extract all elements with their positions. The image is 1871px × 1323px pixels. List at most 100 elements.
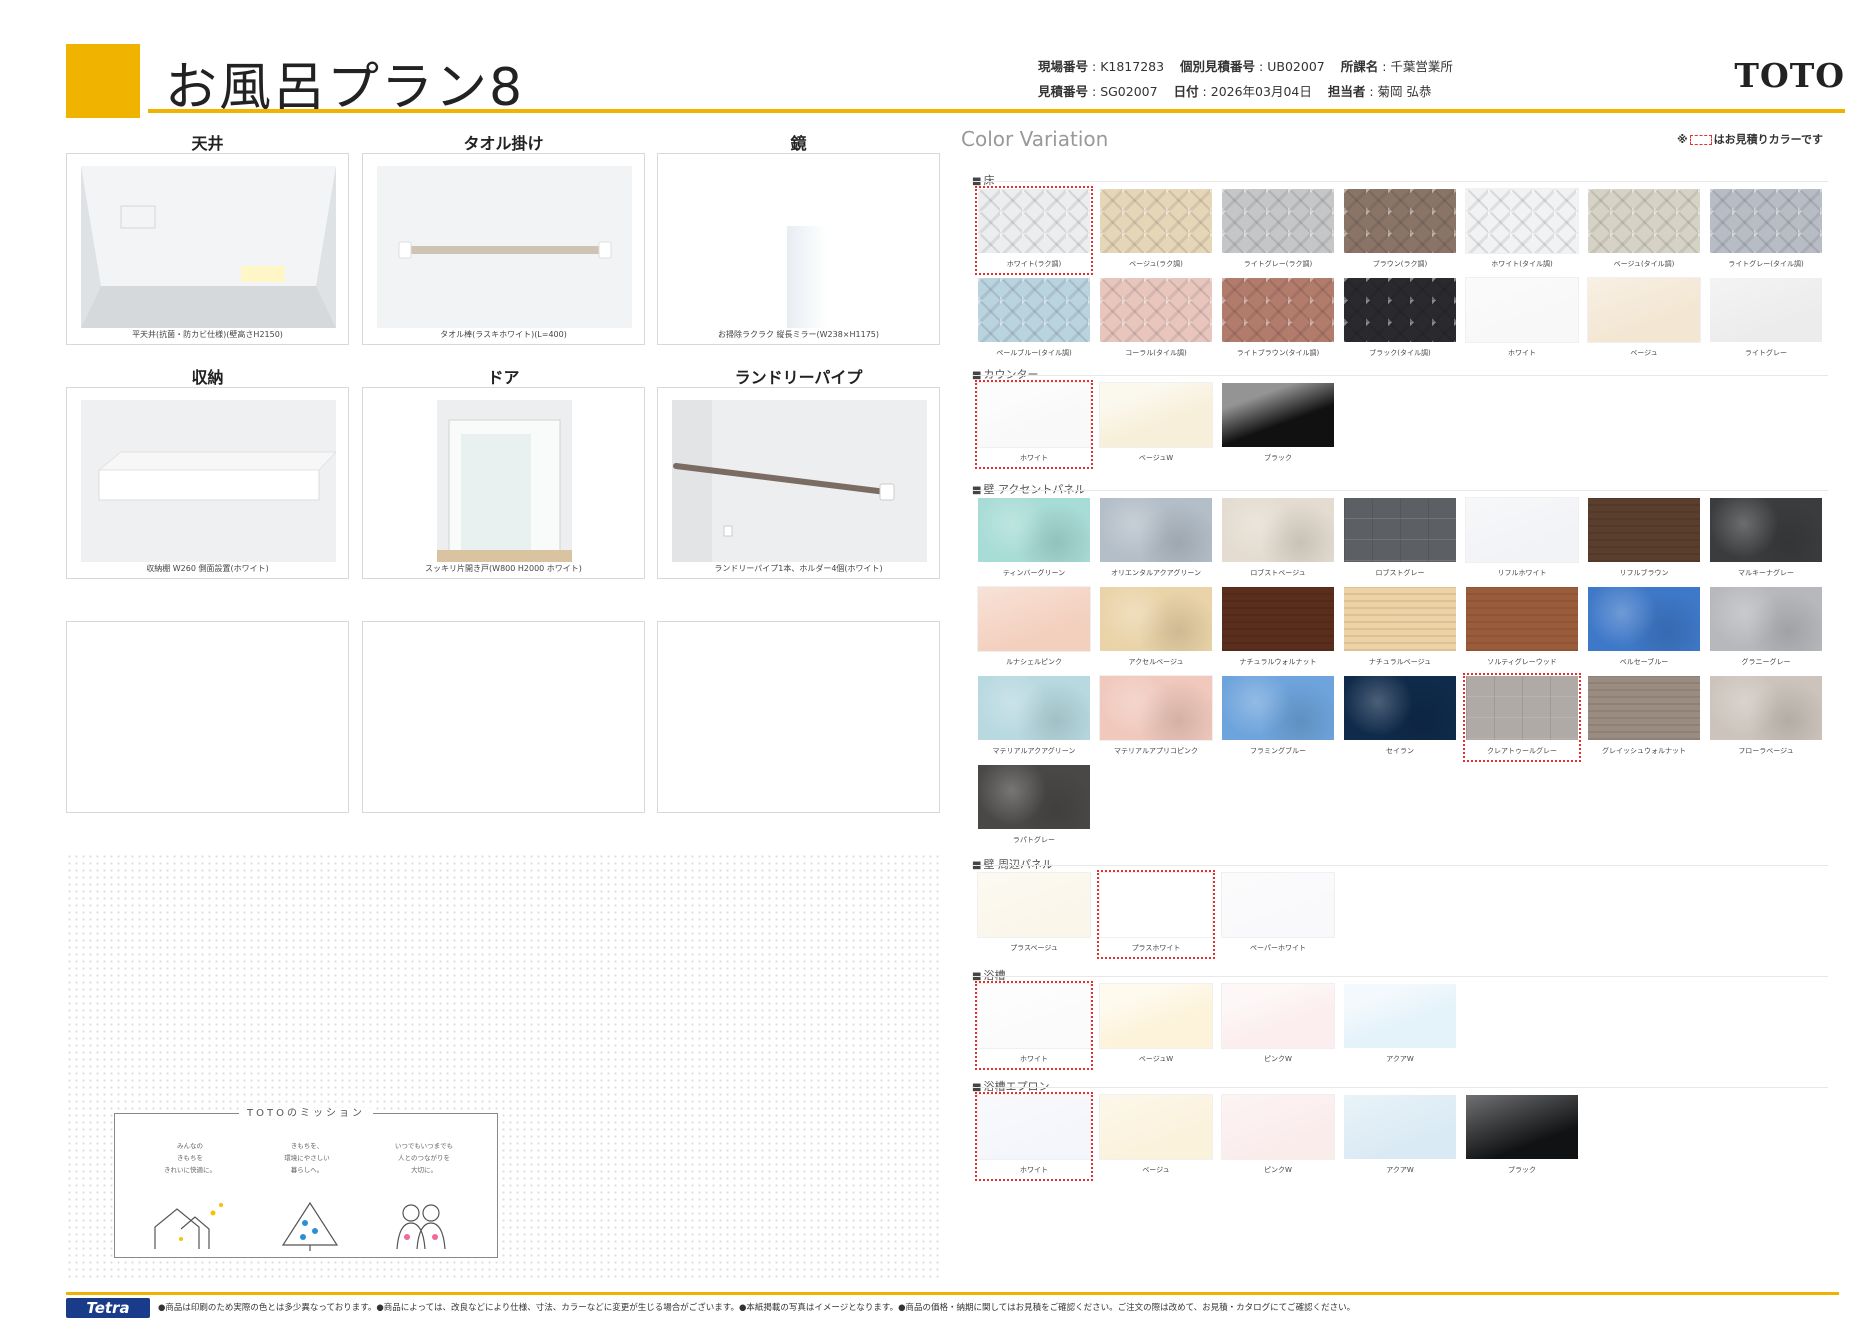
- color-swatch[interactable]: ライトブラウン(タイル調): [1219, 275, 1337, 364]
- color-swatch[interactable]: プラスホワイト: [1097, 870, 1215, 959]
- swatch-label: ピンクW: [1264, 1166, 1292, 1174]
- date-label: 日付: [1173, 84, 1199, 99]
- color-swatch[interactable]: マテリアルアプリコピンク: [1097, 673, 1215, 762]
- swatch-label: ホワイト: [1020, 1055, 1048, 1063]
- color-swatch[interactable]: ロブストグレー: [1341, 495, 1459, 584]
- swatch-label: ベージュ(タイル調): [1613, 260, 1675, 268]
- color-swatch[interactable]: ピンクW: [1219, 981, 1337, 1070]
- swatch-label: ラパトグレー: [1012, 836, 1056, 844]
- color-swatch[interactable]: ラパトグレー: [975, 762, 1093, 851]
- swatch-chip: [1222, 498, 1334, 562]
- swatch-chip: [1466, 587, 1578, 651]
- ceiling-image: [81, 166, 336, 328]
- office-name: 千葉営業所: [1390, 59, 1453, 74]
- color-swatch[interactable]: ティンバーグリーン: [975, 495, 1093, 584]
- color-swatch[interactable]: コーラル(タイル調): [1097, 275, 1215, 364]
- product-caption: お掃除ラクラク 縦長ミラー(W238×H1175): [717, 330, 880, 339]
- swatch-label: ナチュラルベージュ: [1368, 658, 1432, 666]
- swatch-chip: [977, 1094, 1091, 1160]
- color-swatch[interactable]: アクアW: [1341, 1092, 1459, 1181]
- swatch-chip: [1710, 189, 1822, 253]
- swatch-label: アクアW: [1386, 1055, 1414, 1063]
- color-swatch[interactable]: マルキーナグレー: [1707, 495, 1825, 584]
- color-swatch[interactable]: ベルセーブルー: [1585, 584, 1703, 673]
- swatch-chip: [1588, 676, 1700, 740]
- color-swatch[interactable]: フローラベージュ: [1707, 673, 1825, 762]
- color-swatch[interactable]: ピンクW: [1219, 1092, 1337, 1181]
- swatch-label: マルキーナグレー: [1738, 569, 1794, 577]
- swatch-chip: [1344, 278, 1456, 342]
- swatch-chip: [978, 278, 1090, 342]
- color-swatch[interactable]: グラニーグレー: [1707, 584, 1825, 673]
- color-swatch[interactable]: ベージュ(ラク調): [1097, 186, 1215, 275]
- color-swatch[interactable]: ホワイト(ラク調): [975, 186, 1093, 275]
- color-swatch[interactable]: ブラック(タイル調): [1341, 275, 1459, 364]
- swatch-chip: [1710, 676, 1822, 740]
- swatch-chip: [1222, 676, 1334, 740]
- color-swatch[interactable]: フラミングブルー: [1219, 673, 1337, 762]
- swatch-label: セイラン: [1386, 747, 1414, 755]
- color-swatch[interactable]: リフルホワイト: [1463, 495, 1581, 584]
- color-swatch[interactable]: ブラウン(ラク調): [1341, 186, 1459, 275]
- color-swatch[interactable]: ライトグレー: [1707, 275, 1825, 364]
- footer-note: ●商品は印刷のため実際の色とは多少異なっております。●商品によっては、改良などに…: [158, 1303, 1356, 1313]
- color-swatch[interactable]: ペーパーホワイト: [1219, 870, 1337, 959]
- swatch-chip: [1344, 1095, 1456, 1159]
- color-swatch[interactable]: オリエンタルアクアグリーン: [1097, 495, 1215, 584]
- color-swatch[interactable]: ベージュ: [1097, 1092, 1215, 1181]
- swatch-label: コーラル(タイル調): [1125, 349, 1187, 357]
- color-swatch[interactable]: ベージュW: [1097, 380, 1215, 469]
- color-swatch[interactable]: ベージュ(タイル調): [1585, 186, 1703, 275]
- swatch-chip: [978, 765, 1090, 829]
- color-swatch[interactable]: ブラック: [1463, 1092, 1581, 1181]
- color-swatch[interactable]: ライトグレー(タイル調): [1707, 186, 1825, 275]
- swatch-chip: [977, 382, 1091, 448]
- tetra-logo: Tetra: [66, 1298, 150, 1318]
- meta-row-2: 見積番号 : SG02007 日付 : 2026年03月04日 担当者 : 菊岡…: [1038, 84, 1432, 99]
- swatch-label: ペールブルー(タイル調): [996, 349, 1072, 357]
- color-swatch[interactable]: ホワイト(タイル調): [1463, 186, 1581, 275]
- swatch-label: グラニーグレー: [1741, 658, 1791, 666]
- header-rule: [148, 109, 1845, 113]
- swatch-label: ロブストグレー: [1375, 569, 1425, 577]
- swatch-chip: [977, 872, 1091, 938]
- color-swatch[interactable]: ホワイト: [975, 981, 1093, 1070]
- color-swatch[interactable]: リフルブラウン: [1585, 495, 1703, 584]
- color-swatch[interactable]: ブラック: [1219, 380, 1337, 469]
- color-swatch[interactable]: ナチュラルウォルナット: [1219, 584, 1337, 673]
- color-swatch[interactable]: ライトグレー(ラク調): [1219, 186, 1337, 275]
- color-swatch[interactable]: ソルティグレーウッド: [1463, 584, 1581, 673]
- color-swatch[interactable]: アクアW: [1341, 981, 1459, 1070]
- color-swatch[interactable]: ホワイト: [975, 1092, 1093, 1181]
- color-swatch[interactable]: セイラン: [1341, 673, 1459, 762]
- product-title-towel-bar: タオル掛け: [463, 134, 544, 153]
- color-swatch[interactable]: ベージュW: [1097, 981, 1215, 1070]
- category-divider: [972, 976, 1828, 977]
- swatch-chip: [1344, 189, 1456, 253]
- color-swatch[interactable]: マテリアルアクアグリーン: [975, 673, 1093, 762]
- color-swatch[interactable]: ベージュ: [1585, 275, 1703, 364]
- color-swatch[interactable]: ホワイト: [975, 380, 1093, 469]
- color-swatch[interactable]: ホワイト: [1463, 275, 1581, 364]
- mirror-image: [672, 166, 927, 328]
- mission-text-1: みんなの きもちを きれいに快適に。: [164, 1142, 216, 1174]
- color-swatch[interactable]: ルナシェルピンク: [975, 584, 1093, 673]
- title-accent-square: [66, 44, 140, 118]
- empty-card: [657, 621, 940, 813]
- color-swatch[interactable]: グレイッシュウォルナット: [1585, 673, 1703, 762]
- color-swatch[interactable]: アクセルベージュ: [1097, 584, 1215, 673]
- color-swatch[interactable]: ナチュラルベージュ: [1341, 584, 1459, 673]
- site-no-label: 現場番号: [1038, 59, 1089, 74]
- swatch-label: ペーパーホワイト: [1250, 944, 1306, 952]
- swatch-label: ホワイト(ラク調): [1006, 260, 1062, 268]
- swatch-label: グレイッシュウォルナット: [1602, 747, 1686, 755]
- storage-shelf-image: [81, 400, 336, 562]
- color-swatch[interactable]: クレアトゥールグレー: [1463, 673, 1581, 762]
- color-swatch[interactable]: ペールブルー(タイル調): [975, 275, 1093, 364]
- color-swatch[interactable]: プラスベージュ: [975, 870, 1093, 959]
- product-card-towel-bar: タオル棒(ラスキホワイト)(L=400): [362, 153, 645, 345]
- house-icon: [154, 1203, 223, 1249]
- color-swatch[interactable]: ロブストベージュ: [1219, 495, 1337, 584]
- swatch-chip: [1465, 277, 1579, 343]
- product-card-laundry-pipe: ランドリーパイプ1本、ホルダー4個(ホワイト): [657, 387, 940, 579]
